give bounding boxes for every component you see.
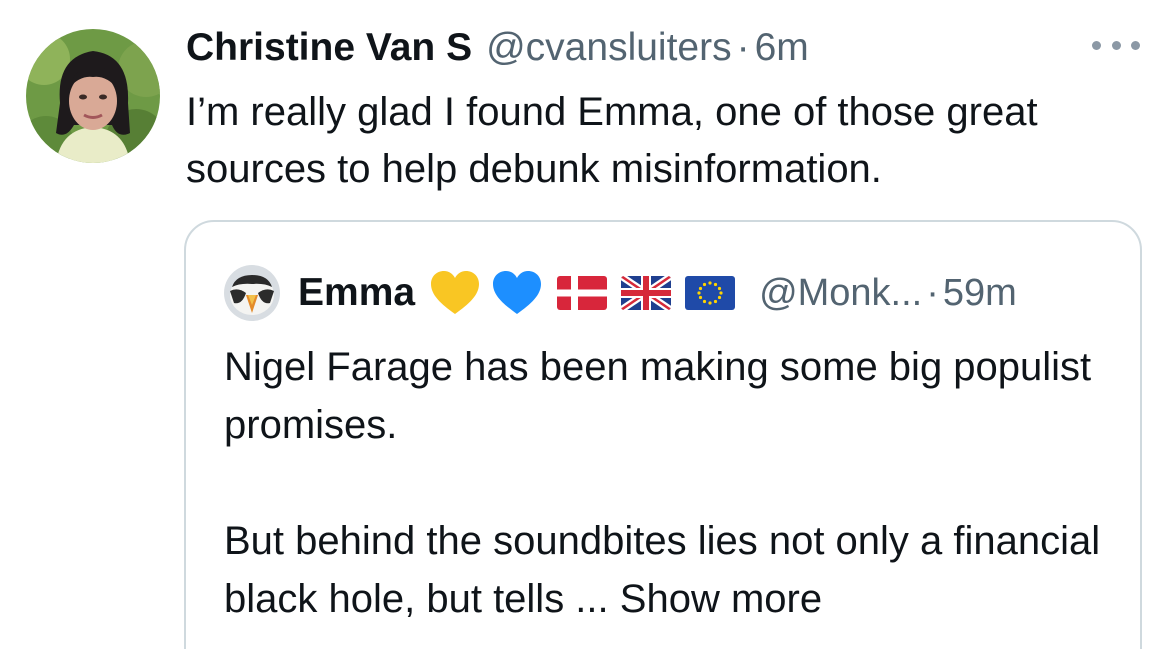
quoted-separator-dot: · (926, 271, 939, 314)
blue-heart-icon (493, 271, 542, 314)
separator-dot: · (736, 26, 750, 69)
quoted-author-avatar[interactable] (224, 265, 280, 321)
quoted-tweet-text: Nigel Farage has been making some big po… (224, 338, 1114, 628)
uk-flag-icon (621, 276, 672, 310)
author-handle[interactable]: @cvansluiters (486, 26, 732, 70)
eu-flag-icon (685, 276, 736, 310)
more-options-icon[interactable] (1092, 30, 1140, 60)
quoted-author-handle[interactable]: @Monk... (759, 272, 922, 315)
quoted-paragraph-1: Nigel Farage has been making some big po… (224, 345, 1092, 447)
tweet[interactable]: Christine Van S @cvansluiters · 6m I’m r… (0, 0, 1170, 649)
author-avatar[interactable] (26, 29, 160, 163)
tweet-text: I’m really glad I found Emma, one of tho… (186, 90, 1038, 191)
quoted-tweet[interactable]: Emma @Monk... · 59m Nigel Farage has bee… (184, 220, 1142, 649)
quoted-paragraph-2: But behind the soundbites lies not only … (224, 512, 1114, 628)
show-more-link[interactable]: Show more (620, 577, 822, 621)
tweet-header: Christine Van S @cvansluiters · 6m (186, 26, 809, 72)
tweet-timestamp[interactable]: 6m (755, 26, 809, 70)
quoted-tweet-header: Emma @Monk... · 59m (224, 265, 1017, 321)
quoted-timestamp[interactable]: 59m (943, 272, 1017, 315)
denmark-flag-icon (557, 276, 608, 310)
author-name[interactable]: Christine Van S (186, 26, 472, 70)
quoted-author-name[interactable]: Emma (298, 271, 415, 315)
yellow-heart-icon (431, 271, 480, 314)
